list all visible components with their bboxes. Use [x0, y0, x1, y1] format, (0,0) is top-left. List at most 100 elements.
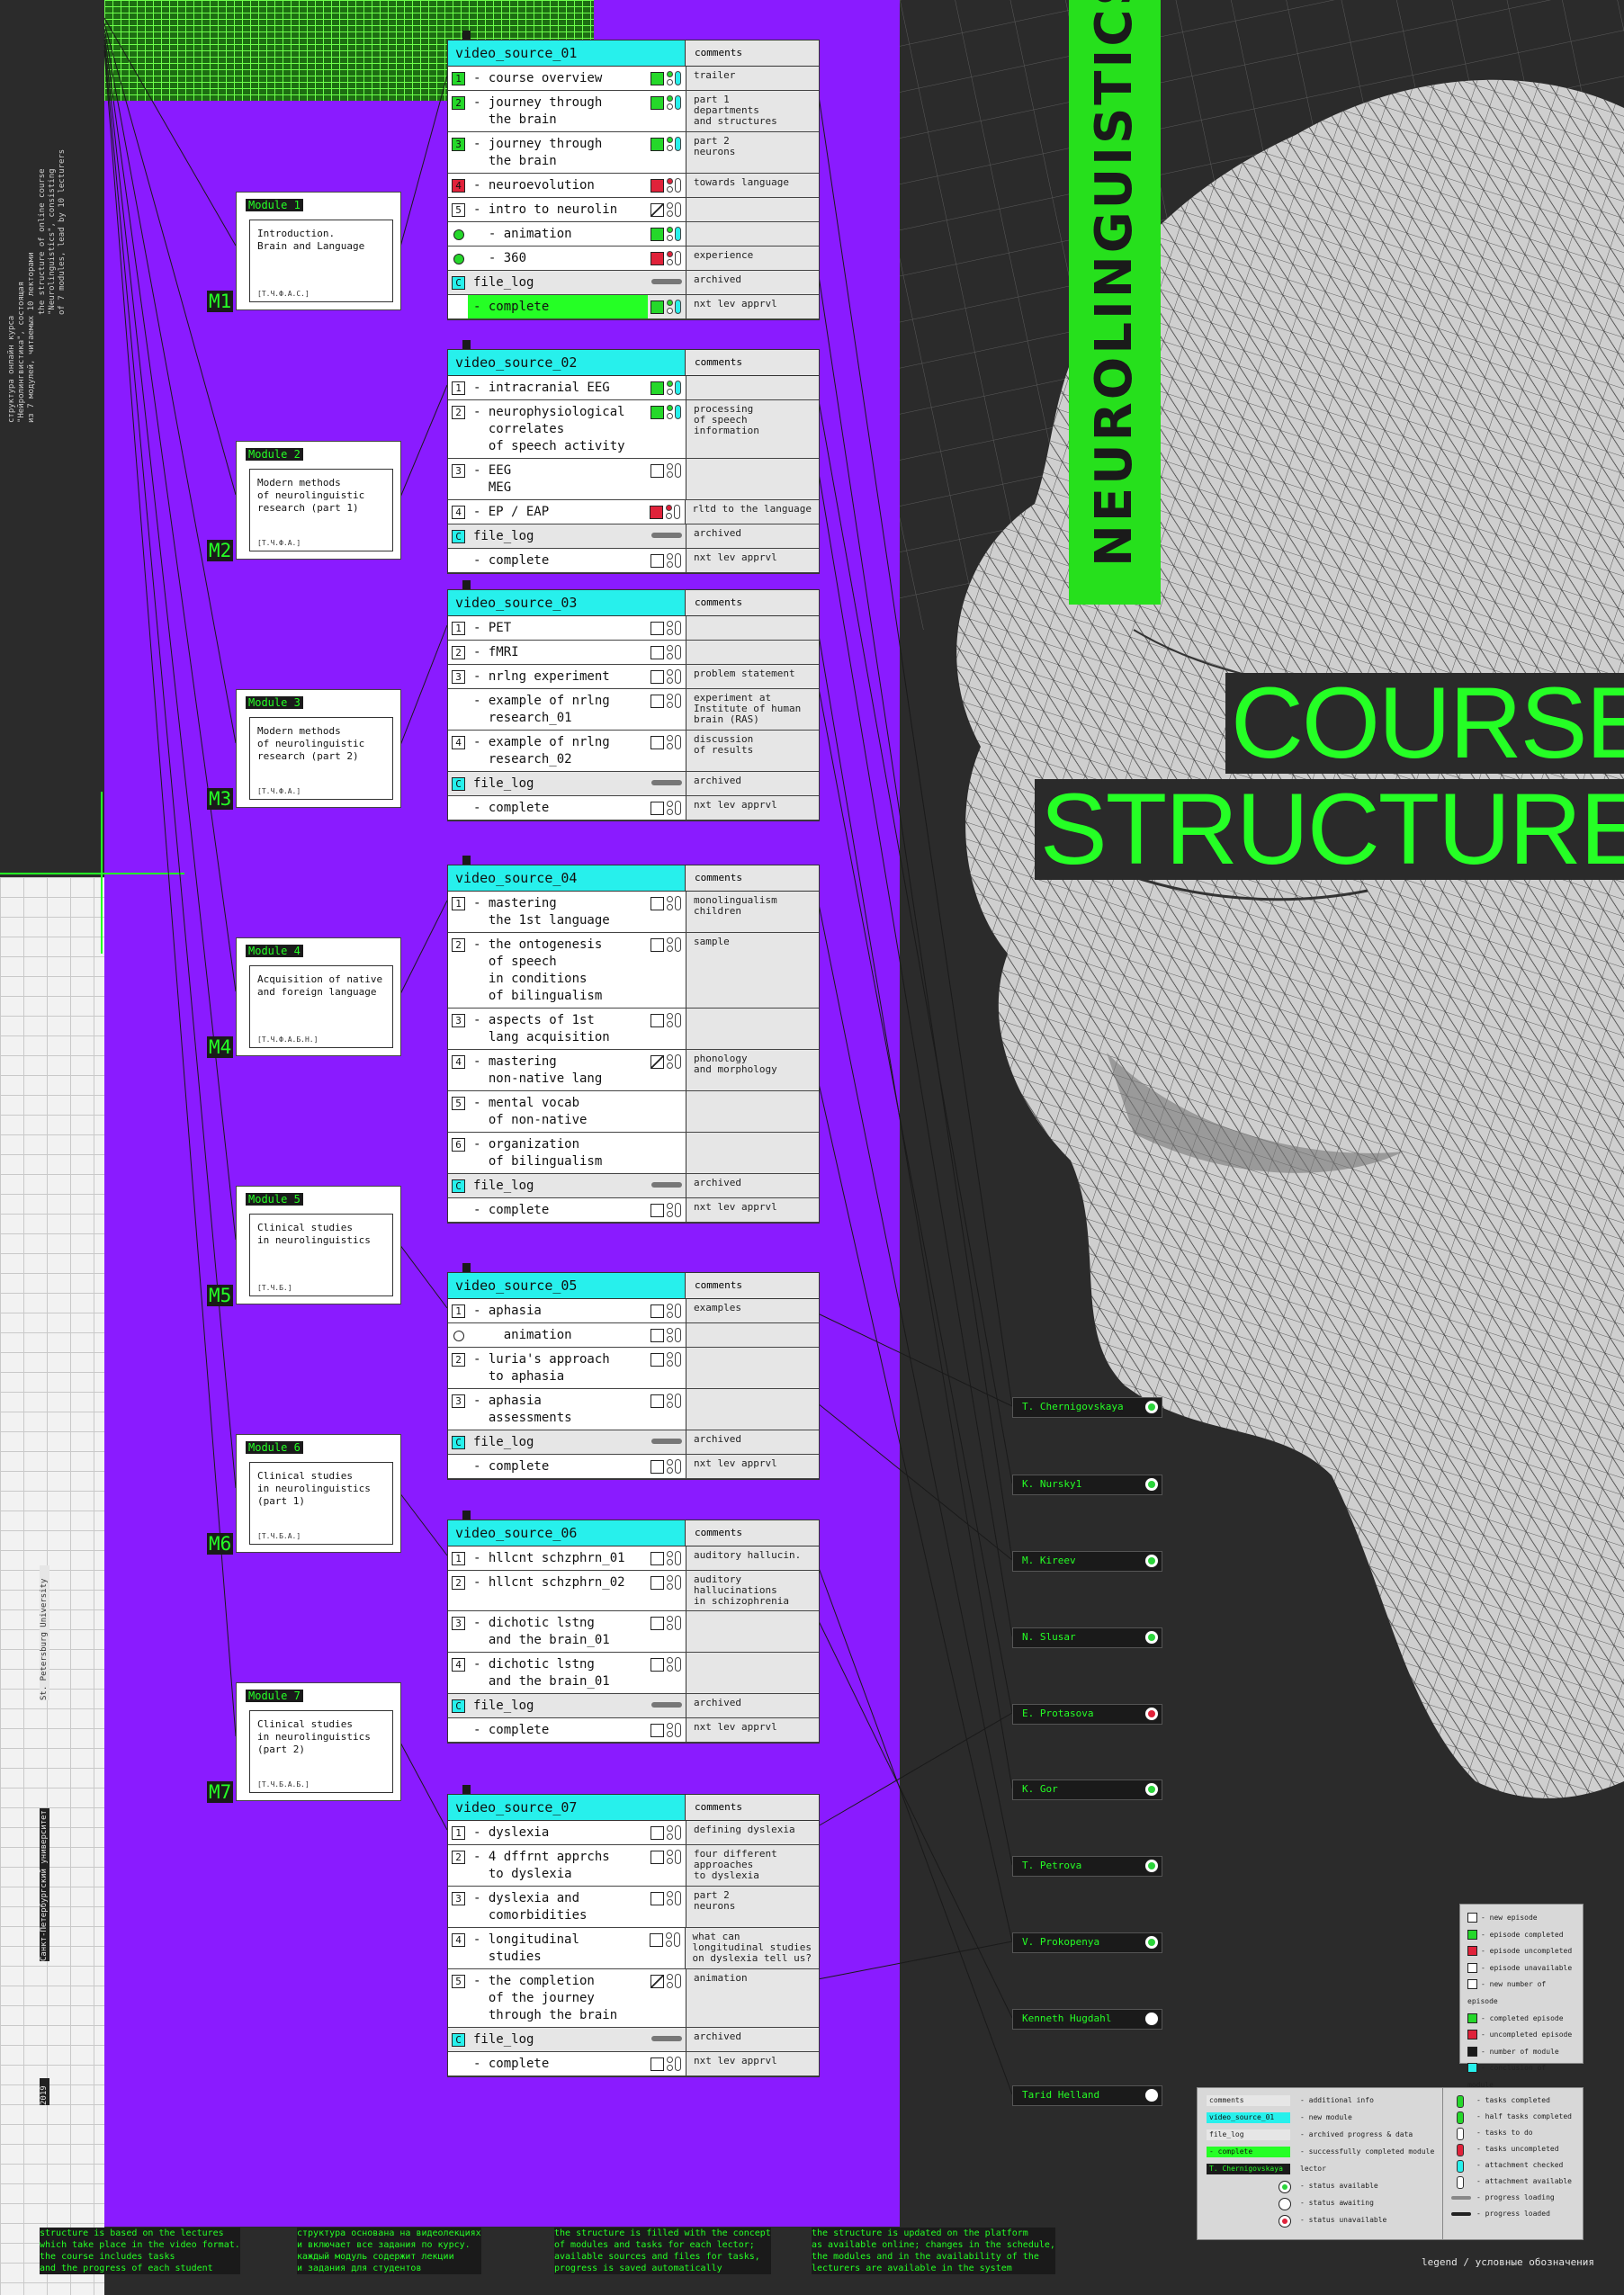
- episode-row[interactable]: 1 - course overview trailer: [448, 67, 819, 91]
- episode-status-cell[interactable]: [648, 1174, 686, 1197]
- episode-status-cell[interactable]: [648, 796, 686, 820]
- episode-label[interactable]: - neurophysiological correlates of speec…: [468, 400, 648, 458]
- episode-row[interactable]: 3 - EEG MEG: [448, 459, 819, 500]
- episode-status-cell[interactable]: [648, 132, 686, 173]
- episode-status-cell[interactable]: [648, 1009, 686, 1049]
- episode-status-cell[interactable]: [648, 1821, 686, 1844]
- episode-label[interactable]: - longitudinal studies: [468, 1928, 647, 1968]
- episode-label[interactable]: - 4 dffrnt apprchs to dyslexia: [468, 1845, 648, 1886]
- episode-label[interactable]: - aphasia: [468, 1299, 648, 1322]
- episode-row[interactable]: 5 - intro to neurolin: [448, 198, 819, 222]
- episode-row[interactable]: C file_log archived: [448, 1694, 819, 1718]
- episode-status-cell[interactable]: [648, 689, 686, 730]
- episode-status-cell[interactable]: [648, 1299, 686, 1322]
- lecturer-item[interactable]: V. Prokopenya: [1012, 1932, 1162, 1953]
- episode-status-cell[interactable]: [648, 174, 686, 197]
- lecturer-item[interactable]: N. Slusar: [1012, 1627, 1162, 1648]
- episode-label[interactable]: - aphasia assessments: [468, 1389, 648, 1430]
- episode-label[interactable]: - complete: [468, 1718, 648, 1742]
- episode-label[interactable]: - PET: [468, 616, 648, 640]
- episode-status-cell[interactable]: [648, 400, 686, 458]
- episode-status-cell[interactable]: [648, 1611, 686, 1652]
- module-card[interactable]: Module 4 Acquisition of native and forei…: [236, 937, 401, 1056]
- episode-label[interactable]: - dichotic lstng and the brain_01: [468, 1653, 648, 1693]
- episode-row[interactable]: 1 - aphasia examples: [448, 1299, 819, 1323]
- episode-label[interactable]: - complete: [468, 796, 648, 820]
- episode-label[interactable]: - the completion of the journey through …: [468, 1969, 648, 2027]
- episode-row[interactable]: 4 - neuroevolution towards language: [448, 174, 819, 198]
- episode-row[interactable]: C file_log archived: [448, 2028, 819, 2052]
- episode-row[interactable]: 3 - aspects of 1st lang acquisition: [448, 1009, 819, 1050]
- episode-row[interactable]: 6 - organization of bilingualism: [448, 1133, 819, 1174]
- episode-row[interactable]: 5 - mental vocab of non-native: [448, 1091, 819, 1133]
- episode-status-cell[interactable]: [648, 933, 686, 1008]
- episode-status-cell[interactable]: [648, 892, 686, 932]
- episode-label[interactable]: - journey through the brain: [468, 91, 648, 131]
- episode-label[interactable]: - mastering the 1st language: [468, 892, 648, 932]
- episode-status-cell[interactable]: [648, 665, 686, 688]
- episode-status-cell[interactable]: [648, 1969, 686, 2027]
- episode-row[interactable]: - complete nxt lev apprvl: [448, 1718, 819, 1743]
- episode-label[interactable]: animation: [468, 1323, 648, 1347]
- episode-row[interactable]: - complete nxt lev apprvl: [448, 295, 819, 319]
- episode-label[interactable]: file_log: [468, 2028, 648, 2051]
- episode-row[interactable]: 3 - nrlng experiment problem statement: [448, 665, 819, 689]
- episode-status-cell[interactable]: [648, 1718, 686, 1742]
- episode-status-cell[interactable]: [648, 549, 686, 572]
- lecturer-item[interactable]: T. Petrova: [1012, 1856, 1162, 1877]
- episode-row[interactable]: - 360 experience: [448, 247, 819, 271]
- episode-row[interactable]: 4 - example of nrlng research_02 discuss…: [448, 731, 819, 772]
- episode-row[interactable]: - animation: [448, 222, 819, 247]
- episode-label[interactable]: - EEG MEG: [468, 459, 648, 499]
- episode-row[interactable]: 1 - intracranial EEG: [448, 376, 819, 400]
- episode-label[interactable]: file_log: [468, 524, 648, 548]
- episode-status-cell[interactable]: [648, 1198, 686, 1222]
- episode-label[interactable]: file_log: [468, 271, 648, 294]
- episode-status-cell[interactable]: [648, 1571, 686, 1610]
- episode-label[interactable]: - mental vocab of non-native: [468, 1091, 648, 1132]
- lecturer-item[interactable]: Kenneth Hugdahl: [1012, 2009, 1162, 2030]
- episode-row[interactable]: C file_log archived: [448, 524, 819, 549]
- episode-row[interactable]: 1 - mastering the 1st language monolingu…: [448, 892, 819, 933]
- episode-row[interactable]: 2 - luria's approach to aphasia: [448, 1348, 819, 1389]
- episode-label[interactable]: - aspects of 1st lang acquisition: [468, 1009, 648, 1049]
- episode-status-cell[interactable]: [648, 1546, 686, 1570]
- episode-row[interactable]: - complete nxt lev apprvl: [448, 2052, 819, 2076]
- video-source-table[interactable]: video_source_06 comments 1 - hllcnt schzp…: [447, 1520, 820, 1744]
- episode-status-cell[interactable]: [648, 1887, 686, 1927]
- episode-status-cell[interactable]: [648, 1845, 686, 1886]
- episode-row[interactable]: 1 - dyslexia defining dyslexia: [448, 1821, 819, 1845]
- lecturer-item[interactable]: K. Nursky1: [1012, 1475, 1162, 1495]
- episode-row[interactable]: C file_log archived: [448, 772, 819, 796]
- episode-status-cell[interactable]: [648, 524, 686, 548]
- episode-label[interactable]: file_log: [468, 772, 648, 795]
- video-source-table[interactable]: video_source_05 comments 1 - aphasia exam…: [447, 1272, 820, 1480]
- episode-status-cell[interactable]: [648, 2028, 686, 2051]
- episode-row[interactable]: 4 - EP / EAP rltd to the language: [448, 500, 819, 524]
- episode-label[interactable]: - 360: [468, 247, 648, 270]
- episode-label[interactable]: - EP / EAP: [468, 500, 647, 524]
- video-source-title[interactable]: video_source_02: [448, 350, 686, 375]
- episode-row[interactable]: 1 - hllcnt schzphrn_01 auditory hallucin…: [448, 1546, 819, 1571]
- episode-row[interactable]: C file_log archived: [448, 1174, 819, 1198]
- video-source-table[interactable]: video_source_02 comments 1 - intracranial…: [447, 349, 820, 574]
- episode-label[interactable]: - fMRI: [468, 641, 648, 664]
- video-source-table[interactable]: video_source_01 comments 1 - course overv…: [447, 40, 820, 320]
- module-card[interactable]: Module 7 Clinical studies in neurolingui…: [236, 1682, 401, 1801]
- episode-status-cell[interactable]: [648, 1389, 686, 1430]
- episode-label[interactable]: - example of nrlng research_01: [468, 689, 648, 730]
- video-source-title[interactable]: video_source_04: [448, 865, 686, 891]
- episode-label[interactable]: - journey through the brain: [468, 132, 648, 173]
- episode-row[interactable]: - complete nxt lev apprvl: [448, 1455, 819, 1479]
- episode-status-cell[interactable]: [648, 1455, 686, 1478]
- lecturer-item[interactable]: K. Gor: [1012, 1780, 1162, 1800]
- episode-status-cell[interactable]: [648, 376, 686, 399]
- episode-row[interactable]: 2 - journey through the brain part 1 dep…: [448, 91, 819, 132]
- episode-label[interactable]: - the ontogenesis of speech in condition…: [468, 933, 648, 1008]
- episode-label[interactable]: - hllcnt schzphrn_01: [468, 1546, 648, 1570]
- episode-label[interactable]: - intracranial EEG: [468, 376, 648, 399]
- episode-status-cell[interactable]: [648, 67, 686, 90]
- module-card[interactable]: Module 3 Modern methods of neurolinguist…: [236, 689, 401, 808]
- episode-label[interactable]: - animation: [468, 222, 648, 246]
- episode-label[interactable]: - complete: [468, 549, 648, 572]
